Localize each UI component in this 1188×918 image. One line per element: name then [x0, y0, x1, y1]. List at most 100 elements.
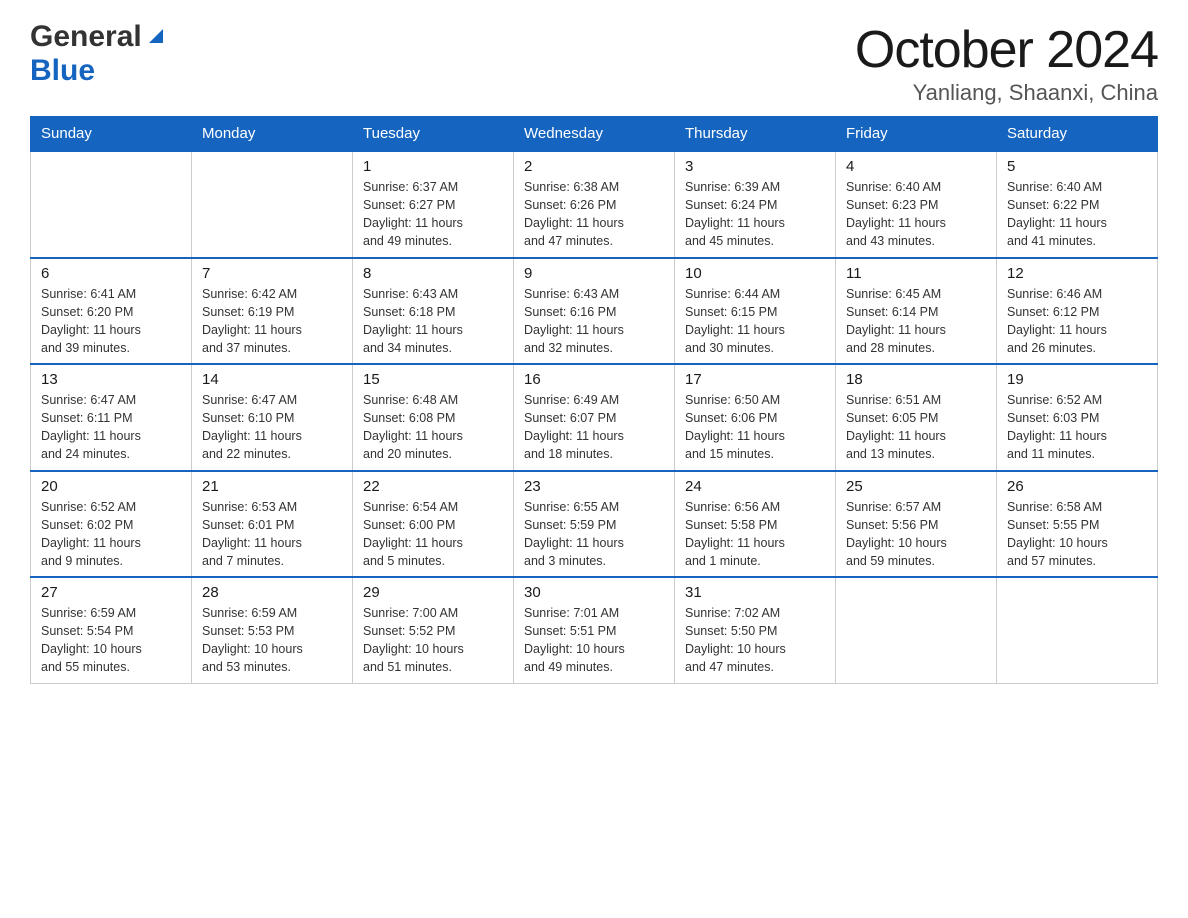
day-number: 21 — [202, 478, 342, 495]
calendar-header-wednesday: Wednesday — [514, 117, 675, 152]
day-info: Sunrise: 7:02 AM Sunset: 5:50 PM Dayligh… — [685, 604, 825, 677]
calendar-week-4: 20Sunrise: 6:52 AM Sunset: 6:02 PM Dayli… — [31, 471, 1158, 578]
calendar-cell: 13Sunrise: 6:47 AM Sunset: 6:11 PM Dayli… — [31, 364, 192, 471]
day-info: Sunrise: 6:40 AM Sunset: 6:23 PM Dayligh… — [846, 178, 986, 251]
calendar-cell: 29 Sunrise: 7:00 AM Sunset: 5:52 PM Dayli… — [353, 577, 514, 683]
day-number: 5 — [1007, 158, 1147, 175]
calendar-cell: 12Sunrise: 6:46 AM Sunset: 6:12 PM Dayli… — [997, 258, 1158, 365]
day-info: Sunrise: 6:44 AM Sunset: 6:15 PM Dayligh… — [685, 285, 825, 358]
calendar-cell: 1 Sunrise: 6:37 AM Sunset: 6:27 PM Daylig… — [353, 151, 514, 258]
day-number: 11 — [846, 265, 986, 282]
day-number: 1 — [363, 158, 503, 175]
day-info: Sunrise: 6:43 AM Sunset: 6:18 PM Dayligh… — [363, 285, 503, 358]
calendar-cell: 23 Sunrise: 6:55 AM Sunset: 5:59 PM Dayli… — [514, 471, 675, 578]
day-number: 12 — [1007, 265, 1147, 282]
calendar-cell: 25 Sunrise: 6:57 AM Sunset: 5:56 PM Dayli… — [836, 471, 997, 578]
calendar-cell: 11 Sunrise: 6:45 AM Sunset: 6:14 PM Dayli… — [836, 258, 997, 365]
day-number: 13 — [41, 371, 181, 388]
day-info: Sunrise: 6:58 AM Sunset: 5:55 PM Dayligh… — [1007, 498, 1147, 571]
day-info: Sunrise: 6:40 AM Sunset: 6:22 PM Dayligh… — [1007, 178, 1147, 251]
day-info: Sunrise: 6:55 AM Sunset: 5:59 PM Dayligh… — [524, 498, 664, 571]
day-info: Sunrise: 6:37 AM Sunset: 6:27 PM Dayligh… — [363, 178, 503, 251]
logo-general-text: General — [30, 20, 142, 54]
calendar-cell: 28Sunrise: 6:59 AM Sunset: 5:53 PM Dayli… — [192, 577, 353, 683]
day-info: Sunrise: 6:49 AM Sunset: 6:07 PM Dayligh… — [524, 391, 664, 464]
calendar-cell: 19 Sunrise: 6:52 AM Sunset: 6:03 PM Dayli… — [997, 364, 1158, 471]
day-number: 15 — [363, 371, 503, 388]
location-title: Yanliang, Shaanxi, China — [855, 80, 1158, 106]
calendar-week-1: 1 Sunrise: 6:37 AM Sunset: 6:27 PM Daylig… — [31, 151, 1158, 258]
calendar-cell — [192, 151, 353, 258]
logo: General Blue — [30, 20, 167, 88]
day-number: 14 — [202, 371, 342, 388]
day-number: 6 — [41, 265, 181, 282]
calendar-cell: 14 Sunrise: 6:47 AM Sunset: 6:10 PM Dayli… — [192, 364, 353, 471]
day-number: 29 — [363, 584, 503, 601]
day-info: Sunrise: 6:43 AM Sunset: 6:16 PM Dayligh… — [524, 285, 664, 358]
calendar-cell: 10 Sunrise: 6:44 AM Sunset: 6:15 PM Dayli… — [675, 258, 836, 365]
month-title: October 2024 — [855, 20, 1158, 80]
calendar-cell: 6 Sunrise: 6:41 AM Sunset: 6:20 PM Daylig… — [31, 258, 192, 365]
day-info: Sunrise: 6:52 AM Sunset: 6:02 PM Dayligh… — [41, 498, 181, 571]
calendar-cell: 15 Sunrise: 6:48 AM Sunset: 6:08 PM Dayli… — [353, 364, 514, 471]
logo-triangle-icon — [145, 25, 167, 47]
day-info: Sunrise: 6:57 AM Sunset: 5:56 PM Dayligh… — [846, 498, 986, 571]
day-info: Sunrise: 6:38 AM Sunset: 6:26 PM Dayligh… — [524, 178, 664, 251]
calendar-cell: 17 Sunrise: 6:50 AM Sunset: 6:06 PM Dayli… — [675, 364, 836, 471]
calendar-week-5: 27 Sunrise: 6:59 AM Sunset: 5:54 PM Dayli… — [31, 577, 1158, 683]
day-info: Sunrise: 6:41 AM Sunset: 6:20 PM Dayligh… — [41, 285, 181, 358]
calendar-cell: 3 Sunrise: 6:39 AM Sunset: 6:24 PM Daylig… — [675, 151, 836, 258]
day-number: 4 — [846, 158, 986, 175]
calendar-cell: 18Sunrise: 6:51 AM Sunset: 6:05 PM Dayli… — [836, 364, 997, 471]
calendar-week-3: 13Sunrise: 6:47 AM Sunset: 6:11 PM Dayli… — [31, 364, 1158, 471]
day-info: Sunrise: 6:48 AM Sunset: 6:08 PM Dayligh… — [363, 391, 503, 464]
calendar-cell — [997, 577, 1158, 683]
day-number: 28 — [202, 584, 342, 601]
day-number: 8 — [363, 265, 503, 282]
day-number: 31 — [685, 584, 825, 601]
calendar-cell: 5 Sunrise: 6:40 AM Sunset: 6:22 PM Daylig… — [997, 151, 1158, 258]
calendar-cell: 7Sunrise: 6:42 AM Sunset: 6:19 PM Daylig… — [192, 258, 353, 365]
day-info: Sunrise: 7:00 AM Sunset: 5:52 PM Dayligh… — [363, 604, 503, 677]
calendar-header-thursday: Thursday — [675, 117, 836, 152]
day-number: 22 — [363, 478, 503, 495]
calendar-week-2: 6 Sunrise: 6:41 AM Sunset: 6:20 PM Daylig… — [31, 258, 1158, 365]
day-number: 23 — [524, 478, 664, 495]
day-info: Sunrise: 6:47 AM Sunset: 6:10 PM Dayligh… — [202, 391, 342, 464]
day-info: Sunrise: 6:52 AM Sunset: 6:03 PM Dayligh… — [1007, 391, 1147, 464]
day-number: 10 — [685, 265, 825, 282]
day-info: Sunrise: 7:01 AM Sunset: 5:51 PM Dayligh… — [524, 604, 664, 677]
calendar-table: SundayMondayTuesdayWednesdayThursdayFrid… — [30, 116, 1158, 684]
calendar-cell: 24 Sunrise: 6:56 AM Sunset: 5:58 PM Dayli… — [675, 471, 836, 578]
calendar-cell: 27 Sunrise: 6:59 AM Sunset: 5:54 PM Dayli… — [31, 577, 192, 683]
day-number: 3 — [685, 158, 825, 175]
day-number: 18 — [846, 371, 986, 388]
day-number: 24 — [685, 478, 825, 495]
calendar-header-friday: Friday — [836, 117, 997, 152]
day-number: 25 — [846, 478, 986, 495]
day-info: Sunrise: 6:59 AM Sunset: 5:54 PM Dayligh… — [41, 604, 181, 677]
day-info: Sunrise: 6:53 AM Sunset: 6:01 PM Dayligh… — [202, 498, 342, 571]
calendar-cell — [836, 577, 997, 683]
page-header: General Blue October 2024 Yanliang, Shaa… — [30, 20, 1158, 106]
day-number: 17 — [685, 371, 825, 388]
day-info: Sunrise: 6:54 AM Sunset: 6:00 PM Dayligh… — [363, 498, 503, 571]
calendar-header-tuesday: Tuesday — [353, 117, 514, 152]
calendar-cell: 22 Sunrise: 6:54 AM Sunset: 6:00 PM Dayli… — [353, 471, 514, 578]
day-number: 16 — [524, 371, 664, 388]
day-number: 9 — [524, 265, 664, 282]
day-number: 2 — [524, 158, 664, 175]
day-info: Sunrise: 6:45 AM Sunset: 6:14 PM Dayligh… — [846, 285, 986, 358]
day-info: Sunrise: 6:50 AM Sunset: 6:06 PM Dayligh… — [685, 391, 825, 464]
calendar-cell: 4 Sunrise: 6:40 AM Sunset: 6:23 PM Daylig… — [836, 151, 997, 258]
calendar-cell: 20Sunrise: 6:52 AM Sunset: 6:02 PM Dayli… — [31, 471, 192, 578]
calendar-cell: 8 Sunrise: 6:43 AM Sunset: 6:18 PM Daylig… — [353, 258, 514, 365]
logo-blue-text: Blue — [30, 54, 95, 88]
day-number: 19 — [1007, 371, 1147, 388]
calendar-header-row: SundayMondayTuesdayWednesdayThursdayFrid… — [31, 117, 1158, 152]
day-info: Sunrise: 6:39 AM Sunset: 6:24 PM Dayligh… — [685, 178, 825, 251]
calendar-cell: 26 Sunrise: 6:58 AM Sunset: 5:55 PM Dayli… — [997, 471, 1158, 578]
day-number: 27 — [41, 584, 181, 601]
day-number: 26 — [1007, 478, 1147, 495]
day-info: Sunrise: 6:56 AM Sunset: 5:58 PM Dayligh… — [685, 498, 825, 571]
